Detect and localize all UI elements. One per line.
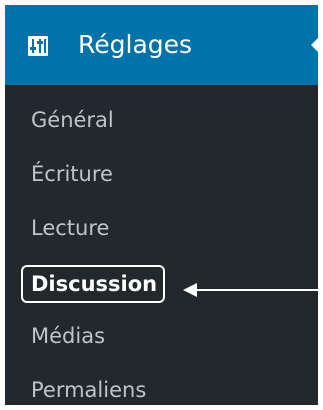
current-menu-arrow-icon [311,35,318,55]
submenu-item-media[interactable]: Médias [31,321,105,351]
screenshot-frame: Réglages Général Écriture Lecture Discus… [0,0,323,410]
submenu-item-writing[interactable]: Écriture [31,159,113,189]
admin-sidebar-menu: Réglages Général Écriture Lecture Discus… [5,5,318,405]
submenu-item-reading[interactable]: Lecture [31,213,109,243]
settings-menu-header[interactable]: Réglages [5,5,318,85]
submenu-item-discussion[interactable]: Discussion [21,265,166,303]
settings-sliders-icon [28,36,48,56]
pointer-arrow-icon [183,283,318,297]
settings-menu-title: Réglages [78,30,193,59]
submenu-item-general[interactable]: Général [31,105,114,135]
submenu-item-permalinks[interactable]: Permaliens [31,375,146,405]
